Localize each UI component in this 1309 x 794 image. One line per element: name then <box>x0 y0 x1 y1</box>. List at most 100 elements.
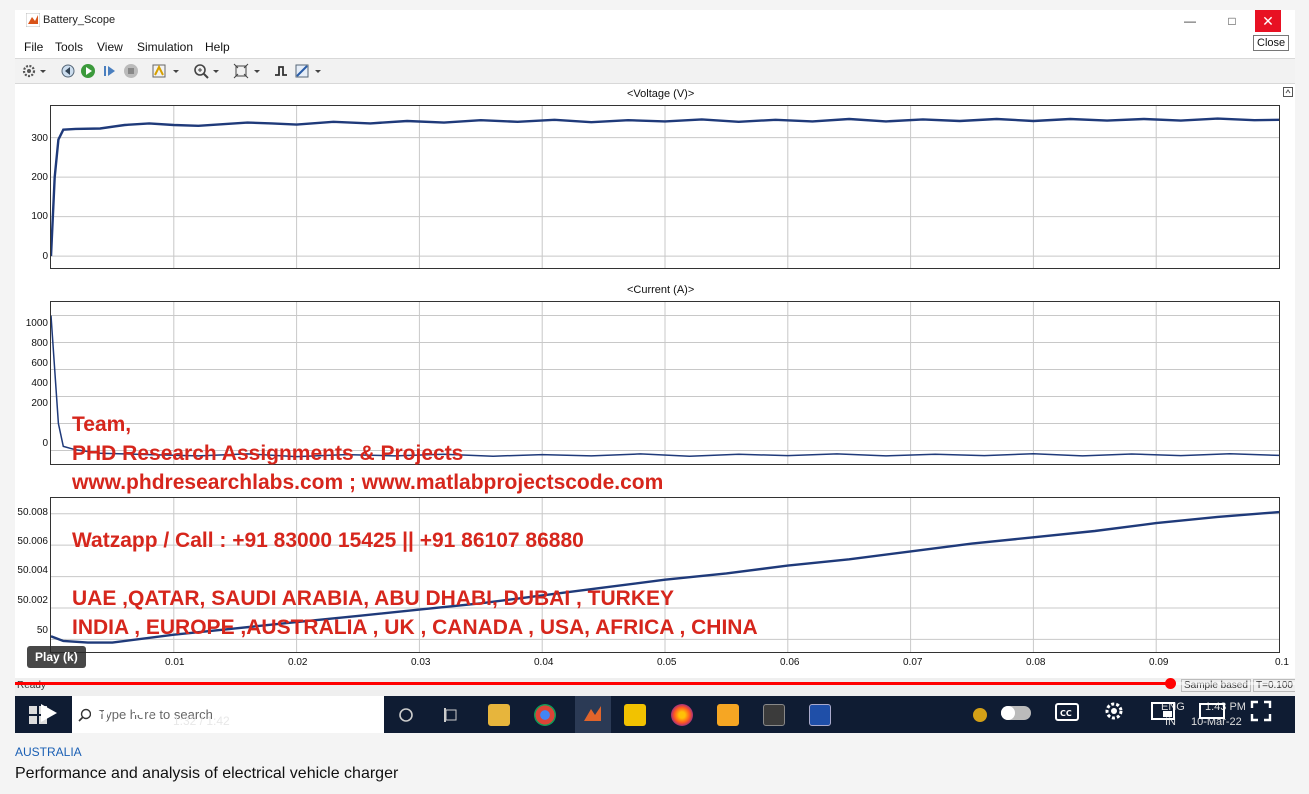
voltage-plot-svg <box>51 106 1279 268</box>
maximize-button[interactable]: □ <box>1215 12 1249 30</box>
video-player[interactable]: Battery_Scope — □ ✕ Close File Tools Vie… <box>15 10 1295 733</box>
matlab-taskbar-button[interactable] <box>575 696 611 733</box>
zoom-in-icon[interactable] <box>193 63 209 79</box>
voltage-ytick: 200 <box>31 172 48 183</box>
menu-file[interactable]: File <box>24 40 43 54</box>
close-icon: ✕ <box>1262 13 1274 29</box>
sticky-notes-icon[interactable] <box>624 704 646 726</box>
fullscreen-icon[interactable] <box>1250 700 1272 722</box>
firefox-icon[interactable] <box>671 704 693 726</box>
weather-icon[interactable] <box>973 708 987 722</box>
chrome-icon[interactable] <box>534 704 556 726</box>
menu-view[interactable]: View <box>97 40 123 54</box>
x-tick: 0.03 <box>411 657 431 668</box>
current-ytick: 800 <box>31 338 48 349</box>
overlay-team: Team, <box>72 413 132 436</box>
current-chart-title: <Current (A)> <box>627 284 695 296</box>
cursor-measurements-icon[interactable] <box>294 63 310 79</box>
soc-ytick: 50.004 <box>17 565 48 576</box>
x-tick: 0.06 <box>780 657 800 668</box>
step-back-icon[interactable] <box>60 63 76 79</box>
highlight-icon[interactable] <box>151 63 167 79</box>
app-icon[interactable] <box>717 704 739 726</box>
video-progress-fill <box>15 682 1170 685</box>
x-tick: 0.05 <box>657 657 677 668</box>
volume-icon[interactable] <box>133 701 157 723</box>
settings-gear-icon[interactable] <box>21 63 37 79</box>
play-tooltip: Play (k) <box>27 646 86 668</box>
page: Battery_Scope — □ ✕ Close File Tools Vie… <box>0 0 1309 794</box>
current-ytick: 600 <box>31 358 48 369</box>
run-icon[interactable] <box>80 63 96 79</box>
svg-text:CC: CC <box>1060 709 1072 718</box>
video-tag[interactable]: AUSTRALIA <box>15 745 82 759</box>
toolbar <box>15 58 1295 84</box>
autoplay-toggle[interactable] <box>1001 706 1031 720</box>
overlay-regions-2: INDIA , EUROPE ,AUSTRALIA , UK , CANADA … <box>72 616 758 639</box>
next-video-icon[interactable] <box>89 702 109 724</box>
close-button[interactable]: ✕ <box>1255 10 1281 32</box>
voltage-ytick: 100 <box>31 211 48 222</box>
current-plot[interactable] <box>50 301 1280 465</box>
soc-ytick: 50.008 <box>17 507 48 518</box>
minimize-button[interactable]: — <box>1173 12 1207 30</box>
current-ytick: 0 <box>42 438 48 449</box>
voltage-ytick: 0 <box>42 251 48 262</box>
menu-tools[interactable]: Tools <box>55 40 83 54</box>
current-ytick: 200 <box>31 398 48 409</box>
miniplayer-icon[interactable] <box>1151 702 1175 720</box>
current-plot-svg <box>51 302 1279 464</box>
x-tick: 0.08 <box>1026 657 1046 668</box>
play-icon[interactable] <box>37 702 59 724</box>
current-ytick: 1000 <box>25 318 48 329</box>
x-tick: 0.1 <box>1275 657 1289 668</box>
overlay-websites: www.phdresearchlabs.com ; www.matlabproj… <box>72 471 664 494</box>
overlay-contact: Watzapp / Call : +91 83000 15425 || +91 … <box>72 529 584 552</box>
x-tick: 0.01 <box>165 657 185 668</box>
dropdown-arrow-icon[interactable] <box>314 63 322 79</box>
trigger-icon[interactable] <box>273 63 289 79</box>
step-forward-icon[interactable] <box>102 63 118 79</box>
dropdown-arrow-icon[interactable] <box>212 63 220 79</box>
remote-desktop-icon[interactable] <box>809 704 831 726</box>
voltage-chart-title: <Voltage (V)> <box>627 88 695 100</box>
voltage-ytick: 300 <box>31 133 48 144</box>
stop-icon[interactable] <box>123 63 139 79</box>
undock-icon[interactable] <box>1283 87 1293 97</box>
menu-help[interactable]: Help <box>205 40 230 54</box>
scope-statusbar: Ready Sample based T=0.100 <box>15 678 1295 696</box>
theater-mode-icon[interactable] <box>1199 702 1225 720</box>
soc-ytick: 50.002 <box>17 595 48 606</box>
video-progress-bar[interactable] <box>15 678 1295 689</box>
soc-ytick: 50 <box>36 625 48 636</box>
video-title: Performance and analysis of electrical v… <box>15 765 399 782</box>
subtitles-icon[interactable]: CC <box>1055 703 1079 721</box>
window-titlebar: Battery_Scope — □ ✕ <box>15 10 1295 32</box>
x-tick: 0.02 <box>288 657 308 668</box>
menubar: File Tools View Simulation Help <box>15 37 1295 57</box>
menu-simulation[interactable]: Simulation <box>137 40 193 54</box>
fit-to-view-icon[interactable] <box>233 63 249 79</box>
overlay-title: PHD Research Assignments & Projects <box>72 442 464 465</box>
file-explorer-icon[interactable] <box>488 704 510 726</box>
autoplay-toggle-knob <box>1001 706 1015 720</box>
status-time: T=0.100 <box>1253 679 1295 692</box>
voltage-plot[interactable] <box>50 105 1280 269</box>
settings-icon[interactable] <box>1103 700 1125 722</box>
dropdown-arrow-icon[interactable] <box>253 63 261 79</box>
cortana-icon[interactable] <box>398 707 414 723</box>
matlab-taskbar-icon <box>584 706 601 721</box>
current-ytick: 400 <box>31 378 48 389</box>
photos-icon[interactable] <box>763 704 785 726</box>
video-progress-knob[interactable] <box>1164 678 1176 689</box>
dropdown-arrow-icon[interactable] <box>39 63 47 79</box>
overlay-regions-1: UAE ,QATAR, SAUDI ARABIA, ABU DHABI, DUB… <box>72 587 674 610</box>
dropdown-arrow-icon[interactable] <box>172 63 180 79</box>
matlab-icon <box>26 13 40 27</box>
task-view-icon[interactable] <box>443 707 459 723</box>
soc-ytick: 50.006 <box>17 536 48 547</box>
status-sample-based: Sample based <box>1181 679 1251 692</box>
x-tick: 0.07 <box>903 657 923 668</box>
x-tick: 0.09 <box>1149 657 1169 668</box>
x-tick: 0.04 <box>534 657 554 668</box>
